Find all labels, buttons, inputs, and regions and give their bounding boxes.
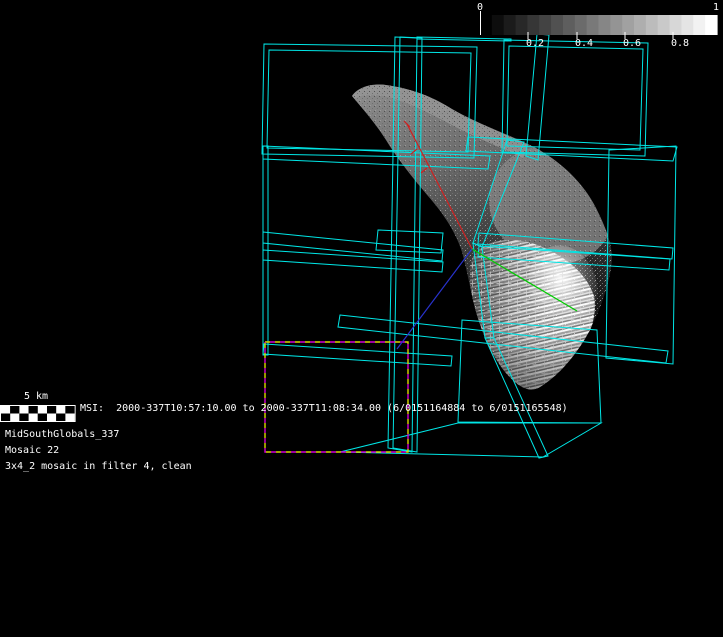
colorbar-cell <box>693 15 706 35</box>
scalebar-cell <box>37 406 47 414</box>
scalebar-cell <box>10 413 20 421</box>
colorbar-cell <box>681 15 694 35</box>
asteroid-model <box>352 84 612 390</box>
scalebar-cell <box>56 406 66 414</box>
scalebar-cell <box>28 406 38 414</box>
scalebar-cell <box>1 406 11 414</box>
colorbar-cell <box>645 15 659 35</box>
image-footprint-outline <box>416 36 512 42</box>
axis-line-blue <box>396 248 473 350</box>
scalebar-cell <box>47 413 57 421</box>
image-footprint-outline <box>262 231 444 262</box>
image-footprint-outline <box>506 45 644 151</box>
colorbar-cell <box>562 15 576 35</box>
colorbar-cell <box>503 15 517 35</box>
scalebar-cell <box>19 406 29 414</box>
mosaic-scene <box>0 11 718 459</box>
image-footprint-outline <box>262 249 444 273</box>
image-footprint-outline <box>375 229 444 254</box>
colorbar-cell <box>491 15 505 35</box>
scalebar-cell <box>47 406 57 414</box>
scalebar-cell <box>19 413 29 421</box>
colorbar-cell <box>622 15 635 35</box>
colorbar-cell <box>480 15 493 35</box>
colorbar-cell <box>539 15 552 35</box>
scalebar-cell <box>65 413 75 421</box>
colorbar-cell <box>669 15 683 35</box>
scalebar-cell <box>10 406 20 414</box>
colorbar-cell <box>515 15 528 35</box>
scalebar-cell <box>65 406 75 414</box>
colorbar-cell <box>634 15 647 35</box>
mosaic-display: 0 1 5 km MSI: 2000-337T10:57:10.00 to 20… <box>0 0 723 637</box>
scalebar-cell <box>1 413 11 421</box>
colorbar-cell <box>551 15 564 35</box>
colorbar-cell <box>610 15 623 35</box>
colorbar-cell <box>705 15 718 35</box>
colorbar-cell <box>598 15 611 35</box>
scalebar-cell <box>28 413 38 421</box>
image-footprint-outline <box>501 39 649 157</box>
scalebar-cell <box>56 413 66 421</box>
image-footprint-outline <box>262 343 453 367</box>
colorbar-cell <box>657 15 671 35</box>
scalebar-cell <box>37 413 47 421</box>
colorbar-cell <box>586 15 600 35</box>
colorbar-cell <box>527 15 540 35</box>
